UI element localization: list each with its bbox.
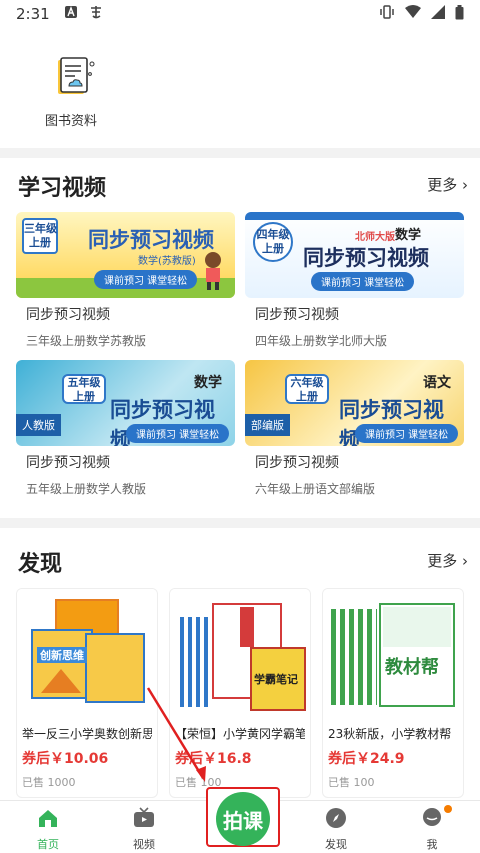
grade-badge-4: 六年级 上册	[285, 374, 329, 404]
video-subtitle-4: 六年级上册语文部编版	[255, 482, 376, 496]
top-stripe	[245, 212, 464, 220]
tv-icon	[134, 807, 154, 827]
subject-2: 数学	[395, 228, 422, 243]
subject-3: 数学	[194, 375, 222, 391]
grade-badge-2: 四年级 上册	[253, 222, 293, 262]
product-sold-3: 已售 100	[328, 776, 375, 789]
video-card-3[interactable]: 五年级 上册 数学 同步预习视频 课前预习 课堂轻松 人教版 同步预习视频 五年…	[16, 360, 235, 497]
book-materials-entry[interactable]: 图书资料	[38, 56, 104, 129]
edition-tag-4: 部编版	[245, 414, 290, 436]
paike-button[interactable]: 拍课	[216, 792, 270, 846]
cover-text-2: 学霸笔记	[254, 673, 298, 686]
discover-more-link[interactable]: 更多 ›	[427, 550, 468, 571]
grade-badge-1: 三年级 上册	[22, 218, 58, 254]
discover-section-title: 发现	[18, 552, 63, 577]
banner-title-2: 同步预习视频	[303, 246, 429, 270]
product-name-1: 举一反三小学奥数创新思...	[22, 727, 152, 741]
product-card-3[interactable]: 教材帮 23秋新版，小学教材帮【... 券后￥24.9 已售 100	[322, 588, 464, 798]
user-icon	[423, 808, 441, 826]
video-thumbnail-2: 四年级 上册 北师大版 数学 同步预习视频 课前预习 课堂轻松	[245, 212, 464, 298]
video-title-3: 同步预习视频	[26, 455, 110, 471]
video-title-2: 同步预习视频	[255, 307, 339, 323]
notification-dot	[444, 805, 452, 813]
tab-home-label: 首页	[37, 838, 59, 851]
product-name-3: 23秋新版，小学教材帮【...	[328, 727, 458, 741]
cover-text-3: 教材帮	[385, 657, 439, 678]
book-document-icon	[58, 57, 95, 94]
pill-4: 课前预习 课堂轻松	[355, 424, 459, 443]
grade-badge-3: 五年级 上册	[62, 374, 106, 404]
product-sold-1: 已售 1000	[22, 776, 76, 789]
product-image-2: 学霸笔记	[170, 589, 310, 719]
compass-icon	[326, 808, 346, 828]
notification-app-icon	[88, 4, 104, 24]
product-name-2: 【荣恒】小学黄冈学霸笔记	[175, 727, 305, 741]
signal-icon	[431, 5, 445, 23]
product-card-2[interactable]: 学霸笔记 【荣恒】小学黄冈学霸笔记 券后￥16.8 已售 100	[169, 588, 311, 798]
tab-me-label: 我	[426, 838, 438, 851]
status-bar: 2:31	[0, 0, 480, 28]
center-action-frame: 拍课	[206, 787, 280, 847]
video-more-link[interactable]: 更多 ›	[427, 174, 468, 195]
video-thumbnail-3: 五年级 上册 数学 同步预习视频 课前预习 课堂轻松 人教版	[16, 360, 235, 446]
vibrate-icon	[379, 4, 395, 24]
product-price-1: 券后￥10.06	[22, 751, 109, 767]
product-card-1[interactable]: 创新思维 举一反三小学奥数创新思... 券后￥10.06 已售 1000	[16, 588, 158, 798]
cover-text-1: 创新思维	[37, 647, 87, 663]
status-time: 2:31	[16, 5, 50, 23]
video-card-1[interactable]: 三年级 上册 同步预习视频 数学(苏教版) 课前预习 课堂轻松 同步预习视频 三…	[16, 212, 235, 349]
product-price-2: 券后￥16.8	[175, 751, 252, 767]
subject-4: 语文	[423, 375, 451, 391]
tab-video[interactable]: 视频	[114, 807, 174, 852]
paike-label: 拍课	[223, 808, 263, 833]
child-illustration	[205, 252, 221, 290]
edition-2: 北师大版	[355, 232, 395, 243]
edition-1: 数学(苏教版)	[138, 256, 196, 267]
home-icon	[39, 810, 57, 827]
study-video-section: 学习视频 更多 › 三年级 上册 同步预习视频 数学(苏教版) 课前预习 课堂轻…	[0, 158, 480, 518]
discover-section: 发现 更多 › 创新思维 举一反三小学奥数创新思... 券后￥10.06 已售 …	[0, 528, 480, 800]
top-entries: 图书资料	[0, 28, 480, 148]
book-materials-label: 图书资料	[44, 114, 97, 129]
battery-icon	[455, 4, 464, 24]
pill-1: 课前预习 课堂轻松	[94, 270, 198, 289]
video-subtitle-1: 三年级上册数学苏教版	[26, 334, 147, 348]
video-more-label: 更多	[427, 176, 458, 194]
video-subtitle-2: 四年级上册数学北师大版	[255, 334, 388, 348]
product-price-3: 券后￥24.9	[328, 751, 405, 767]
video-card-2[interactable]: 四年级 上册 北师大版 数学 同步预习视频 课前预习 课堂轻松 同步预习视频 四…	[245, 212, 464, 349]
video-section-title: 学习视频	[18, 176, 107, 201]
edition-tag-3: 人教版	[16, 414, 61, 436]
tab-discover[interactable]: 发现	[306, 807, 366, 852]
video-title-4: 同步预习视频	[255, 455, 339, 471]
discover-more-label: 更多	[427, 552, 458, 570]
video-card-4[interactable]: 六年级 上册 语文 同步预习视频 课前预习 课堂轻松 部编版 同步预习视频 六年…	[245, 360, 464, 497]
tab-discover-label: 发现	[325, 838, 347, 851]
tab-home[interactable]: 首页	[18, 807, 78, 852]
tab-me[interactable]: 我	[402, 805, 462, 852]
wifi-icon	[405, 5, 421, 23]
video-title-1: 同步预习视频	[26, 307, 110, 323]
video-subtitle-3: 五年级上册数学人教版	[26, 482, 147, 496]
chevron-right-icon: ›	[462, 552, 468, 570]
pill-2: 课前预习 课堂轻松	[311, 272, 415, 291]
video-thumbnail-1: 三年级 上册 同步预习视频 数学(苏教版) 课前预习 课堂轻松	[16, 212, 235, 298]
video-thumbnail-4: 六年级 上册 语文 同步预习视频 课前预习 课堂轻松 部编版	[245, 360, 464, 446]
pill-3: 课前预习 课堂轻松	[126, 424, 230, 443]
chevron-right-icon: ›	[462, 176, 468, 194]
product-image-3: 教材帮	[323, 589, 463, 719]
notification-a-icon	[64, 5, 78, 23]
tab-video-label: 视频	[133, 838, 155, 851]
product-image-1: 创新思维	[17, 589, 157, 719]
